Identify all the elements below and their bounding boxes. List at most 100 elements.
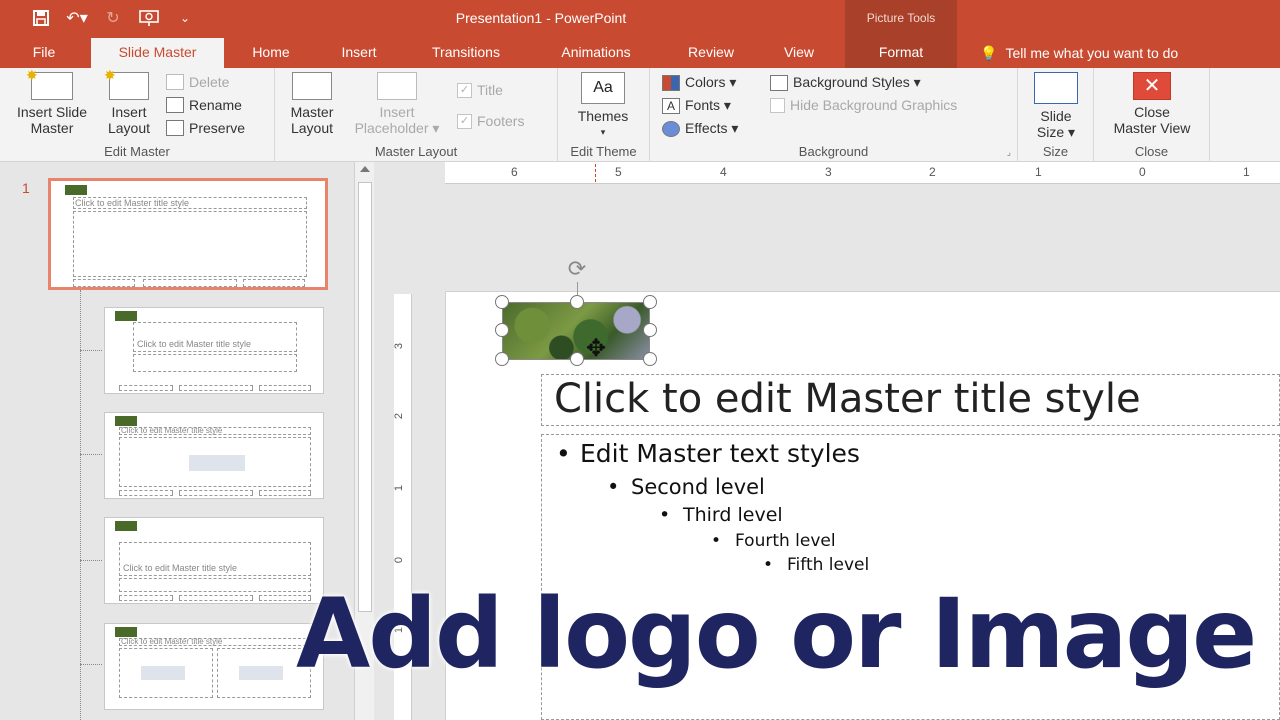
resize-handle[interactable] xyxy=(643,323,657,337)
preserve-label: Preserve xyxy=(189,120,246,136)
footers-checkbox[interactable]: ✓ Footers xyxy=(457,113,524,129)
thumbnail-slide-master[interactable]: Click to edit Master title style xyxy=(48,178,328,290)
background-styles-icon xyxy=(770,74,788,91)
fonts-icon: A xyxy=(662,97,680,114)
tell-me-text: Tell me what you want to do xyxy=(1005,45,1179,61)
layout-tree-line xyxy=(80,290,81,720)
ribbon-tabs: File Slide Master Home Insert Transition… xyxy=(0,38,1280,68)
tab-animations[interactable]: Animations xyxy=(540,38,652,68)
fonts-label: Fonts ▾ xyxy=(685,97,731,113)
move-cursor-icon: ✥ xyxy=(586,335,607,362)
themes-button[interactable]: Aa Themes ▾ xyxy=(572,72,634,140)
tab-insert[interactable]: Insert xyxy=(326,38,392,68)
close-master-view-button[interactable]: ✕ Close Master View xyxy=(1100,72,1204,136)
ruler-number: 4 xyxy=(720,165,727,179)
tab-slide-master[interactable]: Slide Master xyxy=(91,38,224,68)
rotate-handle-icon[interactable]: ⟳ xyxy=(560,256,594,284)
slide-size-button[interactable]: Slide Size ▾ xyxy=(1026,72,1086,140)
ruler-number: 1 xyxy=(1035,165,1042,179)
master-layout-button[interactable]: Master Layout xyxy=(281,72,343,136)
close-icon: ✕ xyxy=(1133,72,1171,100)
group-master-layout: Master Layout Insert Placeholder ▾ ✓ Tit… xyxy=(275,68,558,162)
thumbnail-footer-box xyxy=(179,595,253,601)
layout-tree-branch xyxy=(80,664,102,665)
insert-slide-master-icon: ✸ xyxy=(26,67,73,100)
rename-icon xyxy=(166,97,184,113)
resize-handle[interactable] xyxy=(495,352,509,366)
resize-handle[interactable] xyxy=(643,352,657,366)
insert-slide-master-label-1: Insert Slide xyxy=(16,104,88,120)
ruler-number: 5 xyxy=(615,165,622,179)
thumbnail-picture xyxy=(115,416,137,426)
preserve-button[interactable]: Preserve xyxy=(166,120,245,136)
tab-transitions[interactable]: Transitions xyxy=(410,38,522,68)
title-placeholder-text: Click to edit Master title style xyxy=(554,376,1141,422)
text-level-4: Fourth level xyxy=(711,531,836,551)
hide-background-graphics-checkbox[interactable]: Hide Background Graphics xyxy=(770,97,957,113)
background-styles-button[interactable]: Background Styles ▾ xyxy=(770,74,921,91)
delete-icon xyxy=(166,74,184,90)
resize-handle[interactable] xyxy=(570,295,584,309)
effects-button[interactable]: Effects ▾ xyxy=(662,120,738,137)
themes-label: Themes xyxy=(577,108,629,124)
rotate-handle-stem xyxy=(577,282,578,296)
resize-handle[interactable] xyxy=(495,323,509,337)
rename-button[interactable]: Rename xyxy=(166,97,242,113)
horizontal-ruler: 6 5 4 3 2 1 0 1 xyxy=(445,162,1280,184)
lightbulb-icon: 💡 xyxy=(980,45,998,61)
preserve-icon xyxy=(166,120,184,136)
title-placeholder[interactable]: Click to edit Master title style xyxy=(541,374,1280,426)
group-close: ✕ Close Master View Close xyxy=(1094,68,1210,162)
master-layout-label-1: Master xyxy=(290,104,334,120)
scroll-up-icon[interactable] xyxy=(360,166,370,172)
thumbnail-picture xyxy=(115,627,137,637)
thumbnail-footer-box xyxy=(243,279,305,287)
tab-view[interactable]: View xyxy=(768,38,830,68)
thumbnail-layout-content[interactable]: Click to edit Master title style xyxy=(104,412,324,499)
thumbnail-layout-two-content[interactable]: Click to edit Master title style xyxy=(104,623,324,710)
insert-placeholder-button[interactable]: Insert Placeholder ▾ xyxy=(345,72,449,136)
insert-slide-master-button[interactable]: ✸ Insert Slide Master xyxy=(6,67,98,136)
colors-icon xyxy=(662,74,680,91)
tab-home[interactable]: Home xyxy=(238,38,304,68)
picture-tools-title: Picture Tools xyxy=(845,0,957,38)
tab-review[interactable]: Review xyxy=(672,38,750,68)
thumbnail-title-text: Click to edit Master title style xyxy=(121,426,223,435)
thumbnail-footer-box xyxy=(119,595,173,601)
tab-format[interactable]: Format xyxy=(845,38,957,68)
tab-file[interactable]: File xyxy=(14,38,74,68)
text-level-1: Edit Master text styles xyxy=(556,439,860,468)
size-group-label: Size xyxy=(1042,144,1069,159)
background-dialog-launcher-icon[interactable]: ⌟ xyxy=(1007,147,1011,158)
delete-label: Delete xyxy=(189,74,230,90)
edit-theme-label: Edit Theme xyxy=(570,144,637,159)
close-master-view-label-2: Master View xyxy=(1113,120,1191,136)
title-check-icon: ✓ xyxy=(457,82,472,98)
insert-slide-master-label-2: Master xyxy=(30,120,74,136)
effects-label: Effects ▾ xyxy=(685,120,739,136)
effects-icon xyxy=(662,120,680,137)
resize-handle[interactable] xyxy=(495,295,509,309)
ruler-number: 0 xyxy=(1139,165,1146,179)
insert-placeholder-icon xyxy=(377,72,417,100)
insert-layout-button[interactable]: ✸ Insert Layout xyxy=(100,67,158,136)
thumbnail-text-box xyxy=(119,578,311,592)
ruler-number: 1 xyxy=(1243,165,1250,179)
slide-number: 1 xyxy=(22,180,30,196)
thumbnail-layout-title[interactable]: Click to edit Master title style xyxy=(104,307,324,394)
thumbnail-title-text: Click to edit Master title style xyxy=(121,637,223,646)
colors-button[interactable]: Colors ▾ xyxy=(662,74,736,91)
title-checkbox[interactable]: ✓ Title xyxy=(457,82,503,98)
title-bar: ↶▾ ↻ ⌄ Presentation1 - PowerPoint Pictur… xyxy=(0,0,1280,38)
scrollbar-thumb[interactable] xyxy=(358,182,372,612)
fonts-button[interactable]: A Fonts ▾ xyxy=(662,97,731,114)
thumbnail-layout-section[interactable]: Click to edit Master title style xyxy=(104,517,324,604)
thumbnail-title-text: Click to edit Master title style xyxy=(137,339,252,349)
resize-handle[interactable] xyxy=(570,352,584,366)
insert-placeholder-label-1: Insert xyxy=(379,104,415,120)
resize-handle[interactable] xyxy=(643,295,657,309)
tell-me-box[interactable]: 💡 Tell me what you want to do xyxy=(980,38,1178,68)
slide-size-icon xyxy=(1034,72,1078,104)
thumbnail-footer-box xyxy=(179,385,253,391)
delete-button[interactable]: Delete xyxy=(166,74,229,90)
